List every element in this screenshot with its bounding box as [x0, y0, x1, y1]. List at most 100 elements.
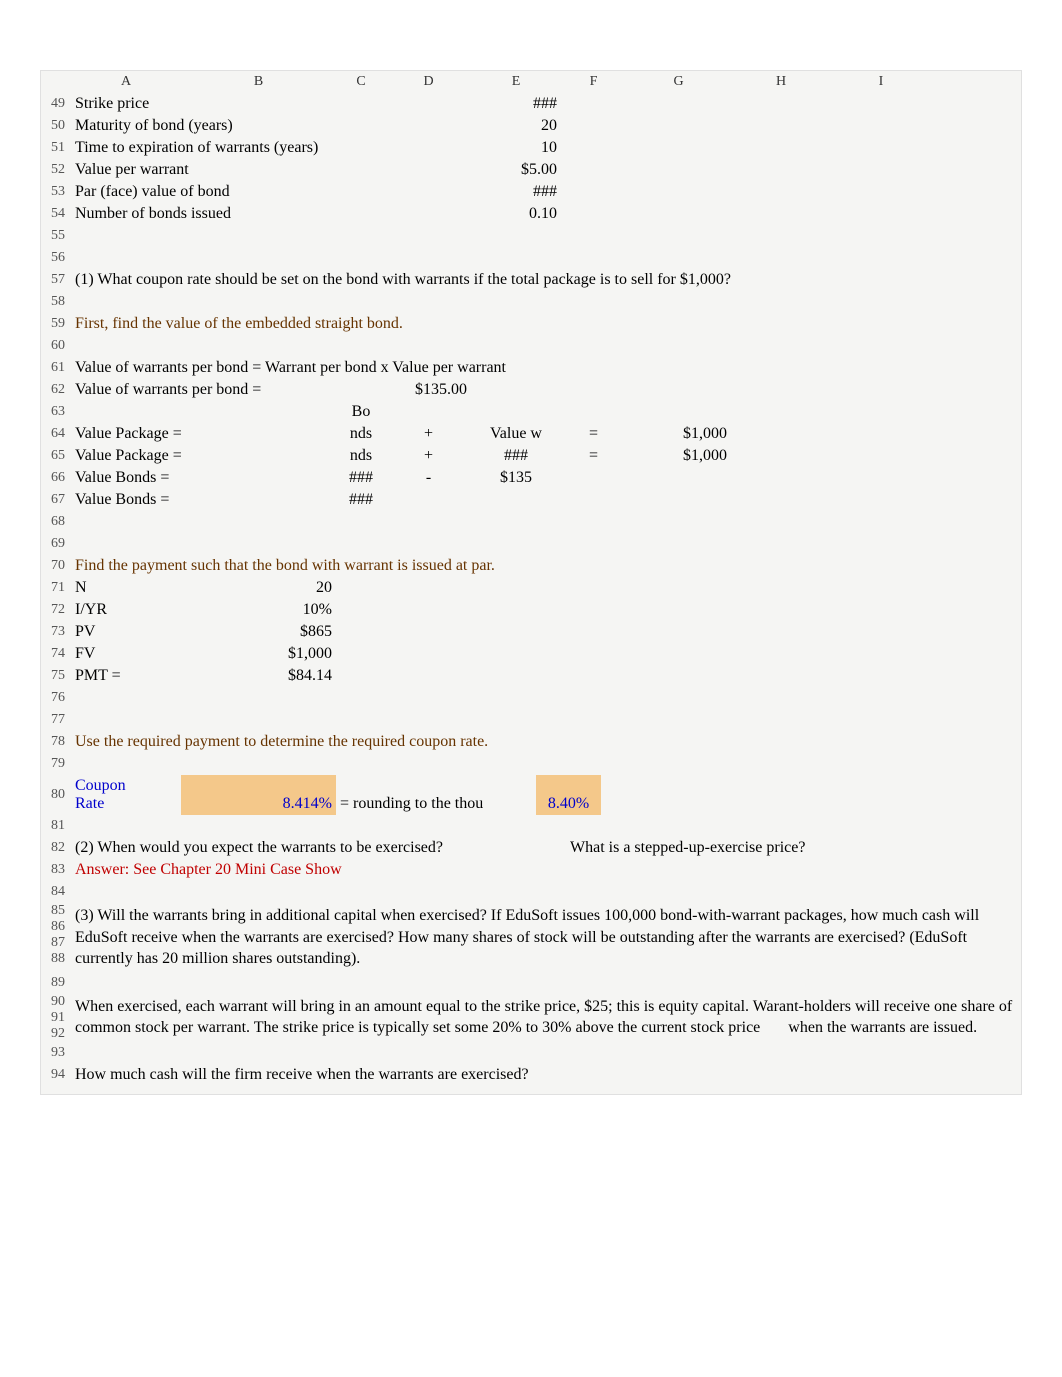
row-65: 65 Value Package = nds + ### = $1,000	[41, 445, 1021, 467]
rows-85-88: 85 86 87 88 (3) Will the warrants bring …	[41, 903, 1021, 972]
row-number: 90	[41, 994, 71, 1010]
label-maturity: Maturity of bond (years)	[71, 115, 471, 137]
row-number: 57	[41, 272, 71, 288]
value-time-expiration: 10	[471, 137, 561, 159]
equals-sign: =	[561, 445, 626, 467]
value-w-label: Value w	[471, 423, 561, 445]
rounding-note: = rounding to the thou	[336, 793, 536, 815]
row-number: 74	[41, 646, 71, 662]
value-pv: $865	[181, 621, 336, 643]
label-warrants-per-bond: Value of warrants per bond =	[71, 379, 336, 401]
row-68: 68	[41, 511, 1021, 533]
row-76: 76	[41, 687, 1021, 709]
label-fv: FV	[71, 643, 181, 665]
question-2: (2) When would you expect the warrants t…	[71, 837, 566, 859]
value-par-value: ###	[471, 181, 561, 203]
plus-sign: +	[386, 445, 471, 467]
spreadsheet: A B C D E F G H I 49 Strike price ### 50…	[40, 70, 1022, 1095]
row-83: 83 Answer: See Chapter 20 Mini Case Show	[41, 859, 1021, 881]
row-53: 53 Par (face) value of bond ###	[41, 181, 1021, 203]
label-value-bonds: Value Bonds =	[71, 467, 336, 489]
row-number: 62	[41, 382, 71, 398]
cell: ###	[471, 445, 561, 467]
cell: nds	[336, 423, 386, 445]
row-number: 51	[41, 140, 71, 156]
row-number: 69	[41, 536, 71, 552]
row-80: 80 Coupon Rate 8.414% = rounding to the …	[41, 775, 1021, 815]
row-93: 93	[41, 1042, 1021, 1064]
row-number: 84	[41, 884, 71, 900]
row-number: 79	[41, 756, 71, 772]
value-fv: $1,000	[181, 643, 336, 665]
row-64: 64 Value Package = nds + Value w = $1,00…	[41, 423, 1021, 445]
row-number: 59	[41, 316, 71, 332]
paragraph-part2: when the warrants are issued.	[788, 1019, 977, 1036]
row-57: 57 (1) What coupon rate should be set on…	[41, 269, 1021, 291]
row-number: 56	[41, 250, 71, 266]
label-value-package: Value Package =	[71, 423, 336, 445]
row-number: 92	[41, 1026, 71, 1042]
row-number: 87	[41, 935, 71, 951]
row-94: 94 How much cash will the firm receive w…	[41, 1064, 1021, 1094]
col-header-i: I	[831, 74, 931, 90]
row-82: 82 (2) When would you expect the warrant…	[41, 837, 1021, 859]
value-pmt: $84.14	[181, 665, 336, 687]
row-55: 55	[41, 225, 1021, 247]
value-warrants-per-bond: $135.00	[386, 379, 471, 401]
question-2b: What is a stepped-up-exercise price?	[566, 837, 1021, 859]
row-67: 67 Value Bonds = ###	[41, 489, 1021, 511]
row-59: 59 First, find the value of the embedded…	[41, 313, 1021, 335]
row-number: 61	[41, 360, 71, 376]
row-79: 79	[41, 753, 1021, 775]
row-number: 64	[41, 426, 71, 442]
label-value-bonds: Value Bonds =	[71, 489, 336, 511]
step-label: First, find the value of the embedded st…	[71, 313, 1021, 335]
row-number: 81	[41, 818, 71, 834]
row-number: 63	[41, 404, 71, 420]
row-number: 93	[41, 1045, 71, 1061]
col-header-e: E	[471, 74, 561, 90]
cell: nds	[336, 445, 386, 467]
label-n: N	[71, 577, 181, 599]
row-number: 66	[41, 470, 71, 486]
row-number: 58	[41, 294, 71, 310]
row-number: 76	[41, 690, 71, 706]
col-header-g: G	[626, 74, 731, 90]
row-60: 60	[41, 335, 1021, 357]
row-number: 70	[41, 558, 71, 574]
row-number: 52	[41, 162, 71, 178]
value-1000: $1,000	[626, 445, 731, 467]
value-135: $135	[471, 467, 561, 489]
col-header-h: H	[731, 74, 831, 90]
row-84: 84	[41, 881, 1021, 903]
col-header-c: C	[336, 74, 386, 90]
row-62: 62 Value of warrants per bond = $135.00	[41, 379, 1021, 401]
question-cash-received: How much cash will the firm receive when…	[71, 1064, 1021, 1086]
formula-warrants-per-bond: Value of warrants per bond = Warrant per…	[71, 357, 1021, 379]
row-78: 78 Use the required payment to determine…	[41, 731, 1021, 753]
step-label: Use the required payment to determine th…	[71, 731, 1021, 753]
row-number: 78	[41, 734, 71, 750]
col-header-a: A	[71, 74, 181, 90]
row-number: 80	[41, 787, 71, 803]
col-header-f: F	[561, 74, 626, 90]
value-coupon-rounded: 8.40%	[536, 775, 601, 815]
row-number: 49	[41, 96, 71, 112]
value-n: 20	[181, 577, 336, 599]
row-number: 73	[41, 624, 71, 640]
row-number: 89	[41, 975, 71, 991]
row-number: 94	[41, 1067, 71, 1083]
row-58: 58	[41, 291, 1021, 313]
row-69: 69	[41, 533, 1021, 555]
label-iyr: I/YR	[71, 599, 181, 621]
row-number: 68	[41, 514, 71, 530]
row-51: 51 Time to expiration of warrants (years…	[41, 137, 1021, 159]
col-header-d: D	[386, 74, 471, 90]
col-header-b: B	[181, 74, 336, 90]
question-3: (3) Will the warrants bring in additiona…	[71, 903, 1021, 972]
value-coupon-rate: 8.414%	[181, 775, 336, 815]
question-1: (1) What coupon rate should be set on th…	[71, 269, 1021, 291]
label-value-package: Value Package =	[71, 445, 336, 467]
row-75: 75 PMT = $84.14	[41, 665, 1021, 687]
label-number-bonds: Number of bonds issued	[71, 203, 471, 225]
